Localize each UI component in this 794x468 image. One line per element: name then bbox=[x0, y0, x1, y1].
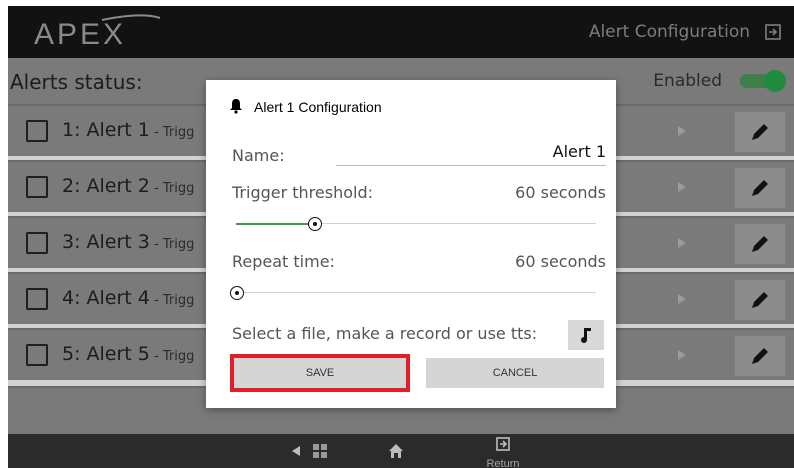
pencil-icon bbox=[752, 124, 768, 140]
alert-name: 4: Alert 4 - Trigg bbox=[62, 287, 195, 309]
edit-button[interactable] bbox=[735, 280, 785, 320]
trigger-threshold-label: Trigger threshold: bbox=[232, 183, 374, 202]
alert-name: 5: Alert 5 - Trigg bbox=[62, 343, 195, 365]
apex-logo: APEX bbox=[34, 14, 161, 51]
alerts-status-label: Alerts status: bbox=[10, 70, 143, 94]
home-icon[interactable] bbox=[388, 443, 404, 459]
alert-checkbox[interactable] bbox=[26, 232, 48, 254]
app-screen: APEX Alert Configuration Alerts status: … bbox=[8, 6, 794, 468]
name-input[interactable]: Alert 1 bbox=[553, 142, 606, 161]
pencil-icon bbox=[752, 236, 768, 252]
edit-button[interactable] bbox=[735, 168, 785, 208]
play-icon[interactable] bbox=[674, 291, 690, 307]
bell-icon bbox=[230, 99, 242, 114]
play-icon[interactable] bbox=[674, 123, 690, 139]
name-label: Name: bbox=[232, 146, 285, 165]
repeat-time-label: Repeat time: bbox=[232, 252, 335, 271]
svg-text:APEX: APEX bbox=[34, 18, 126, 51]
slider-thumb[interactable] bbox=[230, 286, 244, 300]
dialog-title: Alert 1 Configuration bbox=[254, 99, 382, 115]
alert-config-dialog: Alert 1 Configuration Name: Alert 1 Trig… bbox=[206, 80, 616, 408]
repeat-time-slider[interactable] bbox=[230, 285, 596, 301]
grid-icon[interactable] bbox=[312, 443, 328, 459]
alert-checkbox[interactable] bbox=[26, 344, 48, 366]
trigger-threshold-value: 60 seconds bbox=[515, 183, 606, 202]
pencil-icon bbox=[752, 348, 768, 364]
alert-checkbox[interactable] bbox=[26, 288, 48, 310]
enabled-toggle[interactable] bbox=[740, 70, 786, 92]
toggle-knob bbox=[764, 70, 786, 92]
file-select-label: Select a file, make a record or use tts: bbox=[232, 324, 538, 343]
trigger-threshold-slider[interactable] bbox=[236, 216, 596, 232]
alert-name: 3: Alert 3 - Trigg bbox=[62, 231, 195, 253]
cancel-button[interactable]: CANCEL bbox=[426, 358, 604, 388]
top-bar: APEX Alert Configuration bbox=[8, 6, 794, 58]
save-button[interactable]: SAVE bbox=[230, 354, 410, 392]
name-underline bbox=[336, 165, 606, 166]
return-label: Return bbox=[486, 458, 520, 468]
enabled-label: Enabled bbox=[653, 71, 722, 91]
play-icon[interactable] bbox=[674, 235, 690, 251]
edit-button[interactable] bbox=[735, 336, 785, 376]
alert-name: 1: Alert 1 - Trigg bbox=[62, 119, 195, 141]
slider-thumb[interactable] bbox=[308, 217, 323, 231]
select-audio-button[interactable] bbox=[568, 320, 604, 350]
edit-button[interactable] bbox=[735, 224, 785, 264]
alert-checkbox[interactable] bbox=[26, 176, 48, 198]
slider-track bbox=[230, 292, 596, 293]
return-button[interactable]: Return bbox=[478, 436, 528, 468]
page-title: Alert Configuration bbox=[588, 22, 750, 42]
alert-checkbox[interactable] bbox=[26, 120, 48, 142]
back-icon[interactable] bbox=[290, 445, 302, 457]
navigation-bar: Return bbox=[8, 434, 794, 468]
play-icon[interactable] bbox=[674, 347, 690, 363]
play-icon[interactable] bbox=[674, 179, 690, 195]
slider-fill bbox=[236, 223, 316, 225]
pencil-icon bbox=[752, 292, 768, 308]
edit-button[interactable] bbox=[735, 112, 785, 152]
return-icon bbox=[496, 437, 510, 451]
exit-icon[interactable] bbox=[764, 23, 782, 41]
repeat-time-value: 60 seconds bbox=[515, 252, 606, 271]
alert-name: 2: Alert 2 - Trigg bbox=[62, 175, 195, 197]
music-note-icon bbox=[581, 328, 591, 343]
pencil-icon bbox=[752, 180, 768, 196]
